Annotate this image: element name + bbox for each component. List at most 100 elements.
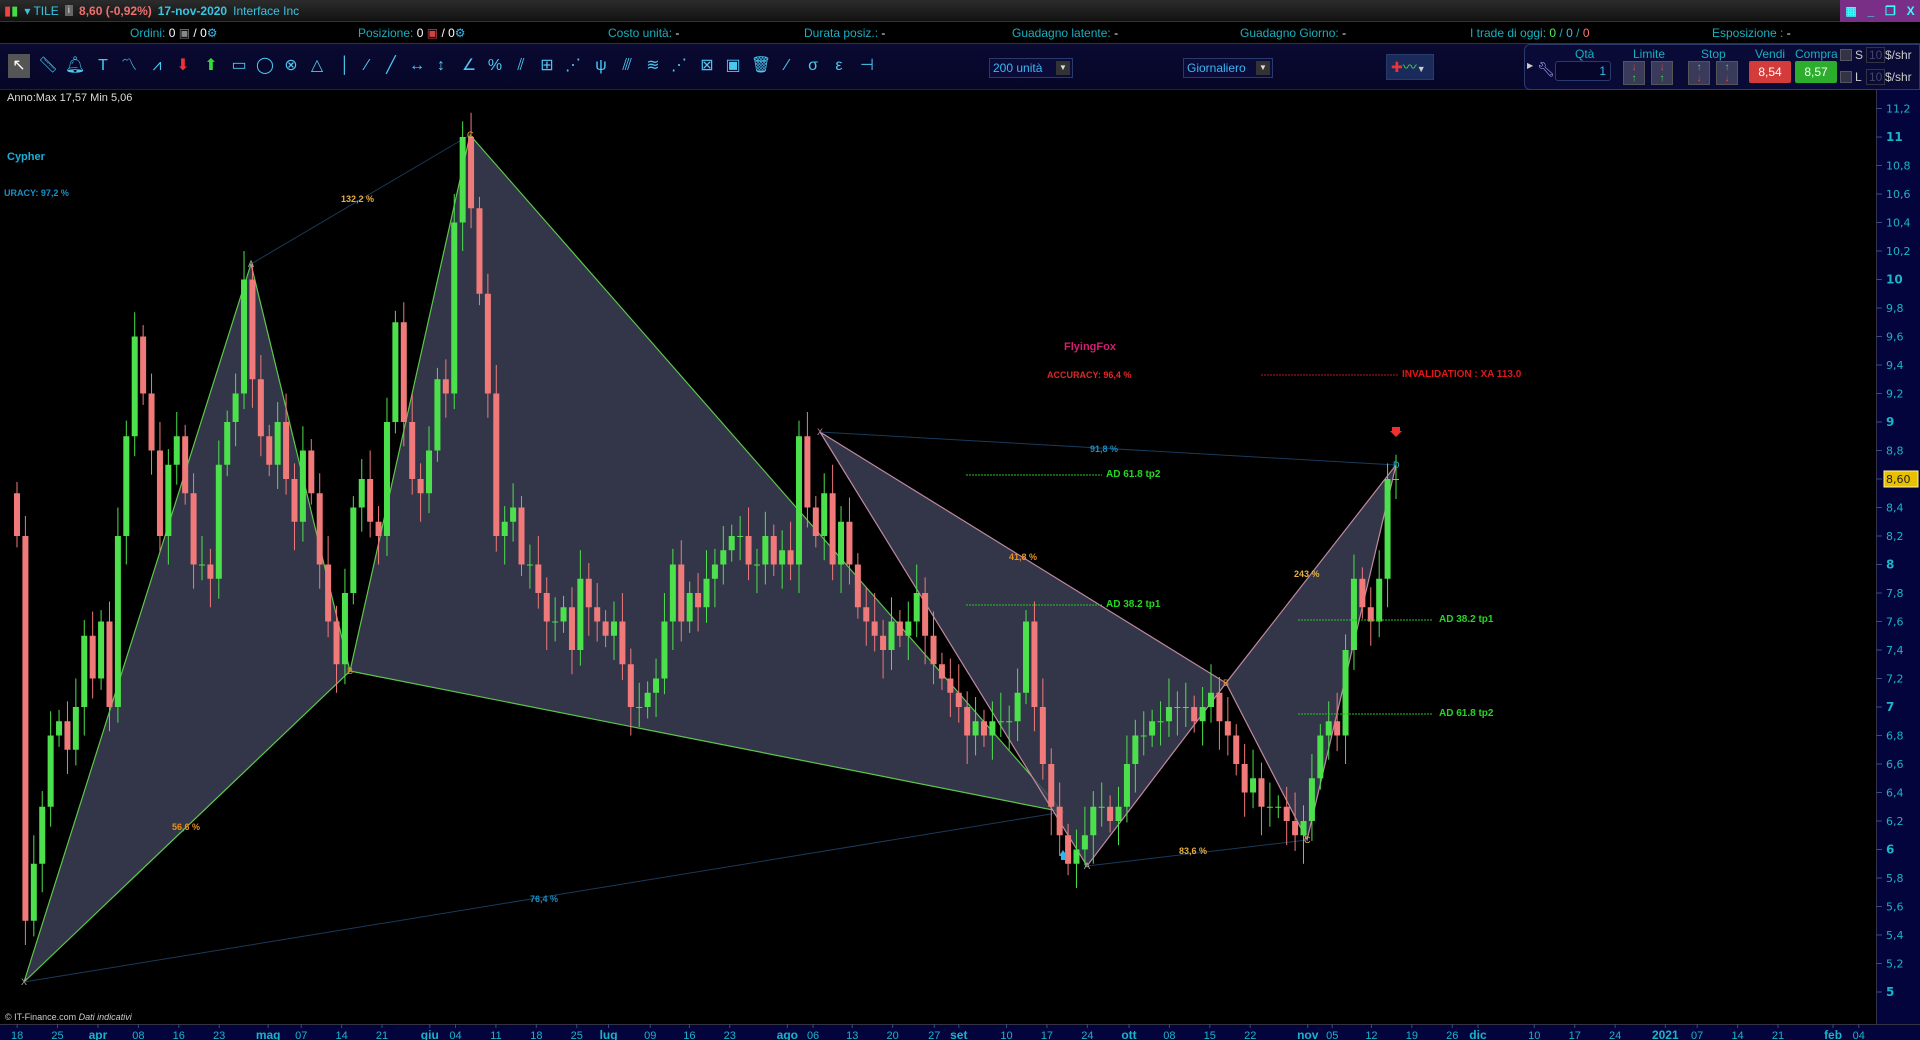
circle-cross-icon[interactable]: ⊗ — [280, 54, 302, 78]
line-icon[interactable]: ╱ — [380, 54, 402, 78]
x-tick-label: 11 — [490, 1030, 501, 1040]
stop-buy-button[interactable]: ↑ ↓ — [1688, 61, 1710, 85]
segment-icon[interactable]: ⁄ — [356, 54, 378, 78]
angle-icon[interactable]: ∠ — [458, 54, 480, 78]
x-tick-label: dic — [1469, 1028, 1487, 1040]
speed-lines-icon[interactable]: ⋰ — [668, 54, 690, 78]
wrench-icon[interactable]: 🔧︎ — [1537, 61, 1555, 78]
pattern-point-label: C — [1304, 835, 1311, 845]
s-checkbox[interactable] — [1840, 49, 1852, 61]
candle — [308, 450, 315, 494]
x-tick-label: 12 — [1365, 1030, 1377, 1040]
alert-bell-icon[interactable]: 🔔︎ — [64, 54, 86, 78]
y-tick-label: 9,4 — [1886, 359, 1904, 372]
candle — [669, 564, 676, 622]
trade-oggi-info: I trade di oggi: 0 / 0 / 0 — [1470, 26, 1590, 40]
candle — [224, 422, 231, 465]
l-value-input[interactable]: 10 — [1866, 69, 1886, 85]
l-checkbox[interactable] — [1840, 71, 1852, 83]
y-tick-label: 7,8 — [1886, 587, 1904, 600]
x-tick-label: giu — [421, 1028, 439, 1040]
restore-button[interactable]: ❐ — [1885, 4, 1896, 18]
indicators-button[interactable]: ✚〰▼ — [1386, 54, 1434, 80]
candle — [241, 279, 248, 394]
candle — [114, 536, 121, 707]
candle — [1157, 721, 1164, 723]
ruler-icon[interactable]: 📏︎ — [37, 54, 59, 78]
candle — [266, 436, 273, 465]
arrow-down-icon[interactable]: ⬇ — [172, 54, 194, 78]
trend-indicator-icon[interactable]: 〽 — [118, 54, 140, 78]
candle — [165, 464, 172, 536]
percent-retracement-icon[interactable]: % — [484, 54, 506, 78]
arrow-down-icon — [1390, 427, 1402, 437]
candle — [367, 479, 374, 522]
x-tick-label: apr — [89, 1028, 108, 1040]
epsilon-channel-icon[interactable]: ε — [828, 54, 850, 78]
keyboard-icon[interactable]: ▦ — [1845, 4, 1856, 18]
sell-button[interactable]: 8,54 — [1749, 61, 1791, 83]
period-select[interactable]: Giornaliero ▼ — [1183, 58, 1273, 78]
channel-icon[interactable]: ⫻ — [616, 54, 638, 78]
candle — [653, 678, 660, 693]
candle — [283, 422, 290, 479]
expand-icon[interactable]: ▶ — [1527, 61, 1533, 70]
horizontal-range-icon[interactable]: ↔ — [406, 54, 428, 78]
settings-gears-icon[interactable]: ⚙ — [455, 26, 466, 40]
limit-sell-button[interactable]: ↓ ↑ — [1651, 61, 1673, 85]
gann-fan-icon[interactable]: ⋰ — [562, 54, 584, 78]
candle — [611, 621, 618, 636]
s-value-input[interactable]: 10 — [1866, 47, 1886, 63]
cursor-icon[interactable]: ↖ — [8, 54, 30, 78]
gann-line-icon[interactable]: ∕ — [776, 54, 798, 78]
triangle-icon[interactable]: △ — [306, 54, 328, 78]
info-icon[interactable]: i — [64, 5, 74, 16]
candle — [1165, 707, 1172, 722]
stop-sell-button[interactable]: ↑ ↓ — [1716, 61, 1738, 85]
target-label: AD 38.2 tp1 — [1106, 599, 1161, 610]
y-tick-label: 8,2 — [1886, 530, 1904, 543]
quantity-input[interactable]: 1 — [1555, 61, 1611, 81]
x-tick-label: 17 — [1569, 1030, 1581, 1040]
fibonacci-fan-icon[interactable]: ⫽ — [510, 54, 532, 78]
x-tick-label: ott — [1121, 1028, 1136, 1040]
arrow-up-icon[interactable]: ⬆ — [200, 54, 222, 78]
candle — [1149, 721, 1156, 736]
candle — [1393, 479, 1399, 480]
candle — [644, 692, 651, 707]
candle — [636, 707, 643, 708]
vertical-range-icon[interactable]: ↕ — [430, 54, 452, 78]
close-position-icon[interactable]: ▣ — [427, 26, 438, 40]
vertical-line-icon[interactable]: │ — [334, 54, 356, 78]
candle — [1048, 764, 1055, 807]
zigzag-icon[interactable]: ⩘ — [146, 54, 168, 78]
sigma-channel-icon[interactable]: σ — [802, 54, 824, 78]
candle — [375, 521, 382, 536]
candle — [207, 564, 214, 579]
minimize-button[interactable]: _ — [1868, 4, 1875, 18]
raff-channel-icon[interactable]: ≋ — [642, 54, 664, 78]
cancel-orders-icon[interactable]: ▣ — [179, 26, 190, 40]
text-icon[interactable]: T — [92, 54, 114, 78]
quantity-select[interactable]: 200 unità ▼ — [989, 58, 1073, 78]
candle — [316, 493, 323, 565]
pitchfork-icon[interactable]: ψ — [590, 54, 612, 78]
x-tick-label: 25 — [571, 1030, 583, 1040]
y-tick-label: 11 — [1886, 130, 1903, 144]
symbol-dropdown[interactable]: ▾ TILE — [24, 4, 58, 18]
x-tick-label: 19 — [1406, 1030, 1418, 1040]
fibonacci-grid-icon[interactable]: ⊞ — [536, 54, 558, 78]
limit-buy-button[interactable]: ↓ ↑ — [1623, 61, 1645, 85]
s-unit: $/shr — [1885, 48, 1912, 62]
buy-button[interactable]: 8,57 — [1795, 61, 1837, 83]
rectangle-icon[interactable]: ▭ — [228, 54, 250, 78]
ellipse-icon[interactable]: ◯ — [254, 54, 276, 78]
close-button[interactable]: X — [1907, 4, 1915, 18]
gann-square-icon[interactable]: ▣ — [722, 54, 744, 78]
gann-grid-icon[interactable]: ⊠ — [696, 54, 718, 78]
horizontal-line-icon[interactable]: ⊣ — [856, 54, 878, 78]
trash-icon[interactable]: 🗑︎ — [750, 54, 772, 78]
candle — [417, 479, 424, 494]
price-chart[interactable]: X A B C X A B C D 5 5,2 5,4 5,6 5,8 6 6,2 6,4 6,6 6,8 7 7,2… — [0, 0, 1920, 1040]
settings-gears-icon[interactable]: ⚙ — [207, 26, 218, 40]
